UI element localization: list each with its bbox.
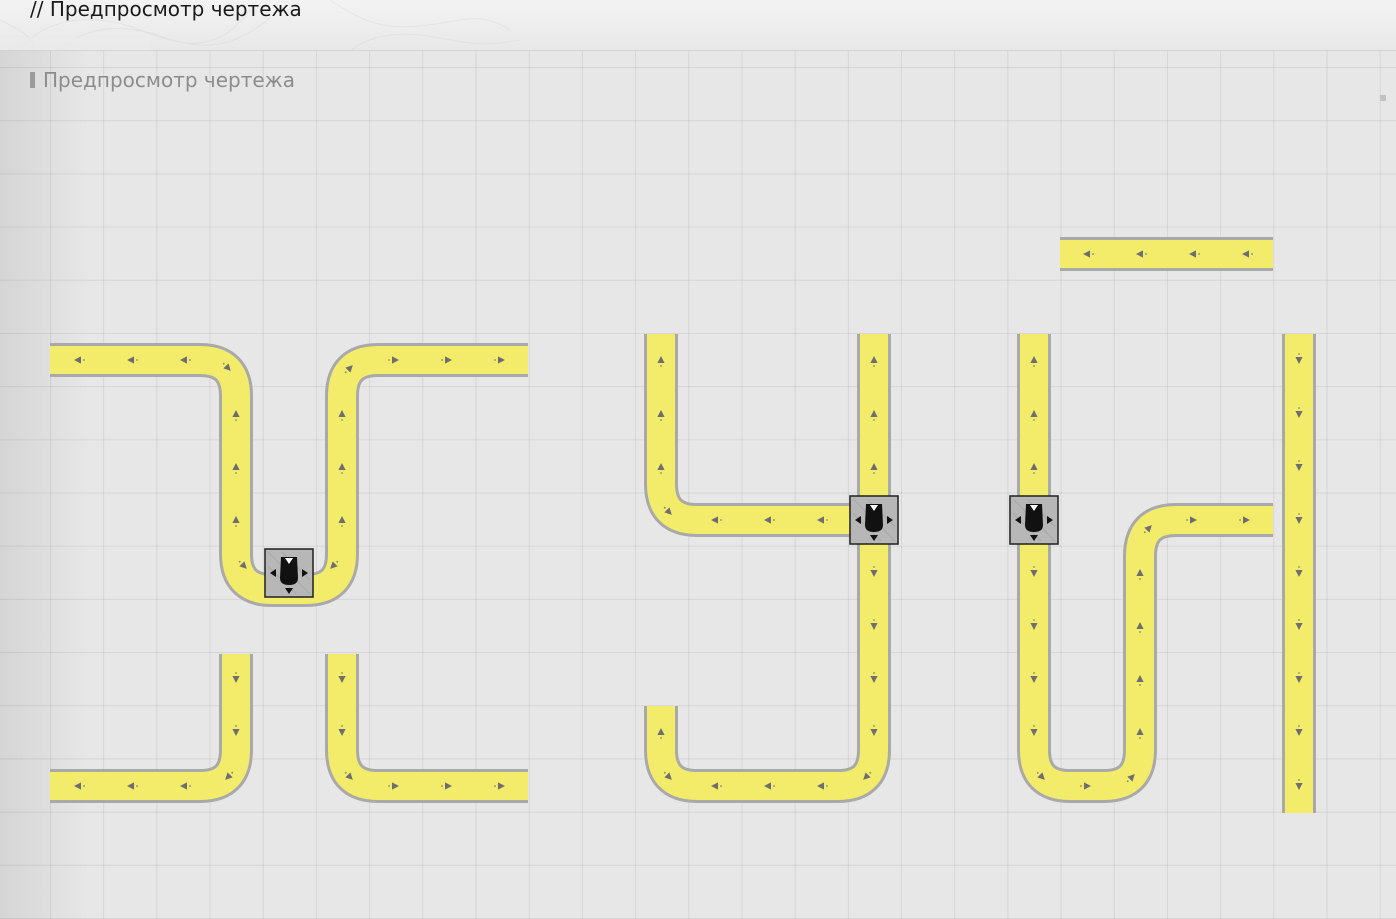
blueprint-canvas[interactable]: Предпросмотр чертежа [0,51,1396,919]
belt-surface [1020,334,1273,800]
belt-edge [644,334,891,803]
top-bar: // Предпросмотр чертежа [0,0,1396,51]
belt-surface [647,334,874,534]
belt-edge [644,334,874,537]
belt-edge [289,343,528,607]
belt-surface [289,346,528,604]
belt-edge [50,654,253,803]
splitter-icon[interactable] [849,495,899,545]
belt-surface [50,346,289,604]
splitter-icon[interactable] [1009,495,1059,545]
splitter-icon[interactable] [264,548,314,598]
page-title: // Предпросмотр чертежа [30,0,302,21]
belt-bottom-right [325,654,528,803]
belt-mid-top-left [644,334,874,537]
belt-top-right [289,343,528,607]
belt-surface [647,334,888,800]
blueprint-preview [50,237,1316,813]
belt-surface [50,654,250,800]
belt-edge [50,343,289,607]
belt-edge [325,654,528,803]
belt-top-left [50,343,289,607]
belt-bottom-left [50,654,253,803]
belt-right-left [1017,334,1273,803]
belt-surface [328,654,528,800]
belt-mid-vertical [644,334,891,803]
